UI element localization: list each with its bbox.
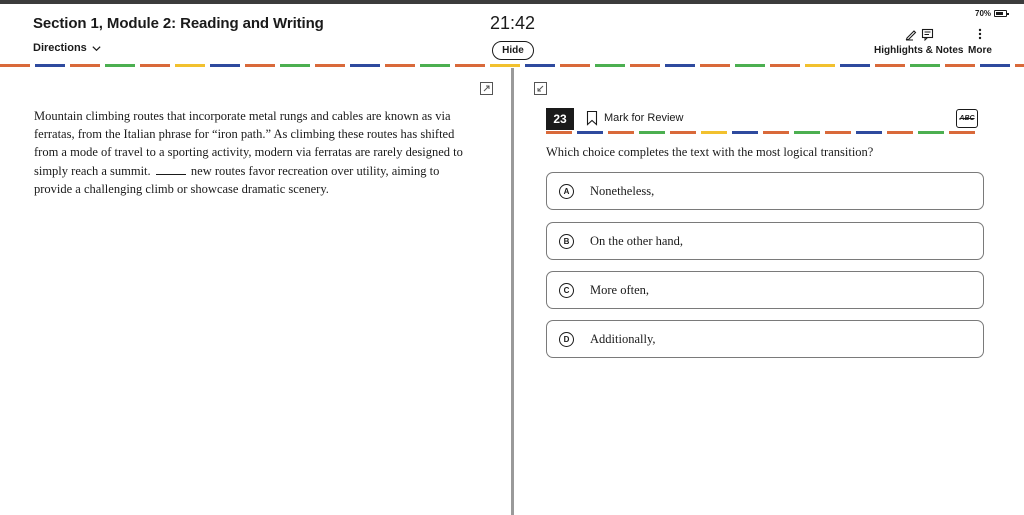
choice-letter: A [559,183,574,199]
question-header-rule [546,131,975,134]
highlights-notes-label: Highlights & Notes [874,45,964,56]
rule-segment [175,64,205,67]
rule-segment [949,131,975,134]
rule-segment [887,131,913,134]
highlights-notes-button[interactable]: Highlights & Notes [874,26,963,56]
rule-segment [105,64,135,67]
header-divider-rule [0,64,1024,67]
rule-segment [700,64,730,67]
rule-segment [525,64,555,67]
test-header: Section 1, Module 2: Reading and Writing… [0,4,1024,62]
answer-choice-d[interactable]: D Additionally, [546,320,984,358]
question-prompt: Which choice completes the text with the… [546,145,874,159]
expand-passage-icon[interactable] [480,82,493,95]
directions-label: Directions [33,42,87,54]
rule-segment [210,64,240,67]
pen-icon [905,30,916,41]
rule-segment [825,131,851,134]
passage-text: Mountain climbing routes that incorporat… [34,107,474,198]
rule-segment [701,131,727,134]
rule-segment [608,131,634,134]
rule-segment [577,131,603,134]
rule-segment [856,131,882,134]
choice-letter: C [559,282,574,298]
battery-icon [994,10,1010,17]
rule-segment [639,131,665,134]
section-title: Section 1, Module 2: Reading and Writing [33,15,324,32]
rule-segment [0,64,30,67]
rule-segment [735,64,765,67]
rule-segment [245,64,275,67]
abc-label: ABC [959,115,975,122]
choice-text: More often, [590,282,650,297]
rule-segment [980,64,1010,67]
chevron-down-icon [92,45,101,51]
rule-segment [770,64,800,67]
choice-letter: D [559,331,574,347]
rule-segment [546,131,572,134]
mark-for-review-label: Mark for Review [604,112,684,124]
hide-timer-button[interactable]: Hide [492,41,534,60]
rule-segment [630,64,660,67]
rule-segment [910,64,940,67]
rule-segment [840,64,870,67]
rule-segment [70,64,100,67]
answer-eliminator-button[interactable]: ABC [956,109,978,128]
answer-choice-b[interactable]: B On the other hand, [546,222,984,260]
passage-pane: Mountain climbing routes that incorporat… [0,68,512,515]
note-icon [921,28,933,41]
bookmark-icon [586,110,598,126]
rule-segment [670,131,696,134]
choice-text: Additionally, [590,331,656,346]
rule-segment [875,64,905,67]
rule-segment [455,64,485,67]
battery-level: 70% [975,9,992,18]
answer-choice-c[interactable]: C More often, [546,271,984,309]
rule-segment [805,64,835,67]
answer-choice-a[interactable]: A Nonetheless, [546,172,984,210]
rule-segment [315,64,345,67]
battery-status: 70% [975,9,1010,18]
rule-segment [420,64,450,67]
timer: 21:42 [490,13,536,33]
passage-blank [155,173,186,175]
mark-for-review-button[interactable]: Mark for Review [586,110,683,126]
rule-segment [945,64,975,67]
more-button[interactable]: More [968,26,992,56]
rule-segment [280,64,310,67]
rule-segment [763,131,789,134]
rule-segment [794,131,820,134]
expand-question-icon[interactable] [534,82,547,95]
question-number: 23 [546,108,574,130]
rule-segment [140,64,170,67]
rule-segment [665,64,695,67]
rule-segment [595,64,625,67]
choice-text: Nonetheless, [590,183,655,198]
question-pane: 23 Mark for Review ABC Which choice comp… [514,68,1024,515]
choice-text: On the other hand, [590,233,684,248]
rule-segment [490,64,520,67]
rule-segment [385,64,415,67]
rule-segment [918,131,944,134]
more-label: More [968,45,992,56]
rule-segment [350,64,380,67]
choice-letter: B [559,233,574,249]
rule-segment [35,64,65,67]
rule-segment [560,64,590,67]
rule-segment [732,131,758,134]
rule-segment [1015,64,1024,67]
directions-toggle[interactable]: Directions [33,42,102,54]
kebab-menu-icon [978,28,982,40]
